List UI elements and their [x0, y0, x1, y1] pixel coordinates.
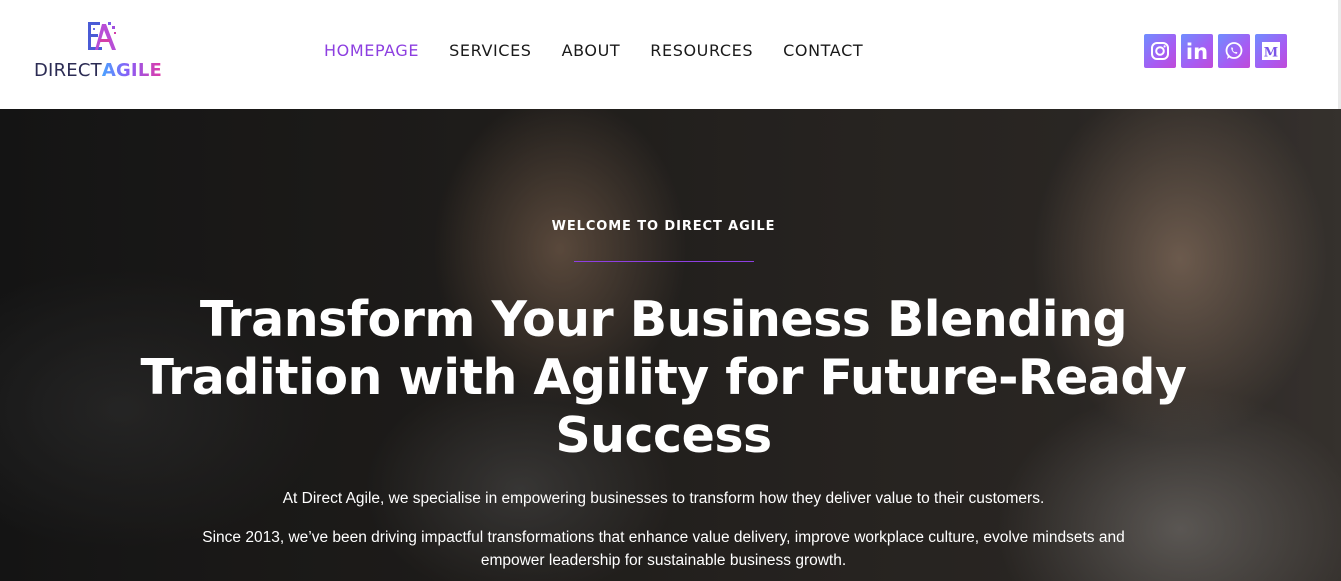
site-header: DIRECTAGILE HOMEPAGE SERVICES ABOUT RESO…	[0, 0, 1341, 109]
instagram-button[interactable]	[1144, 34, 1176, 68]
whatsapp-icon	[1225, 42, 1243, 59]
social-links: in M	[1144, 34, 1287, 68]
logo-mark-icon	[88, 22, 116, 50]
nav-item-resources[interactable]: RESOURCES	[650, 39, 753, 63]
nav-item-about[interactable]: ABOUT	[562, 39, 621, 63]
hero-section: WELCOME TO DIRECT AGILE Transform Your B…	[0, 109, 1341, 581]
hero-eyebrow: WELCOME TO DIRECT AGILE	[551, 219, 776, 234]
logo-link[interactable]: DIRECTAGILE	[34, 20, 174, 82]
hero-paragraph-2: Since 2013, we’ve been driving impactful…	[202, 529, 1125, 569]
hero-paragraph-1: At Direct Agile, we specialise in empowe…	[282, 490, 1045, 507]
logo-wordmark: DIRECTAGILE	[34, 60, 162, 82]
whatsapp-button[interactable]	[1218, 34, 1250, 68]
medium-text: M	[1264, 46, 1278, 61]
main-nav: HOMEPAGE SERVICES ABOUT RESOURCES CONTAC…	[324, 39, 863, 63]
logo-word-agile: AGILE	[101, 60, 162, 81]
medium-button[interactable]: M	[1255, 34, 1287, 68]
linkedin-icon: in	[1186, 40, 1208, 63]
hero-headline: Transform Your Business Blending Traditi…	[140, 291, 1187, 464]
nav-item-homepage[interactable]: HOMEPAGE	[324, 39, 419, 63]
instagram-icon	[1151, 42, 1169, 60]
medium-icon: M	[1262, 42, 1280, 61]
nav-item-contact[interactable]: CONTACT	[783, 39, 863, 63]
linkedin-text: in	[1186, 40, 1208, 63]
linkedin-button[interactable]: in	[1181, 34, 1213, 68]
logo-word-direct: DIRECT	[34, 60, 102, 81]
nav-item-services[interactable]: SERVICES	[449, 39, 531, 63]
hero-divider	[574, 261, 754, 262]
